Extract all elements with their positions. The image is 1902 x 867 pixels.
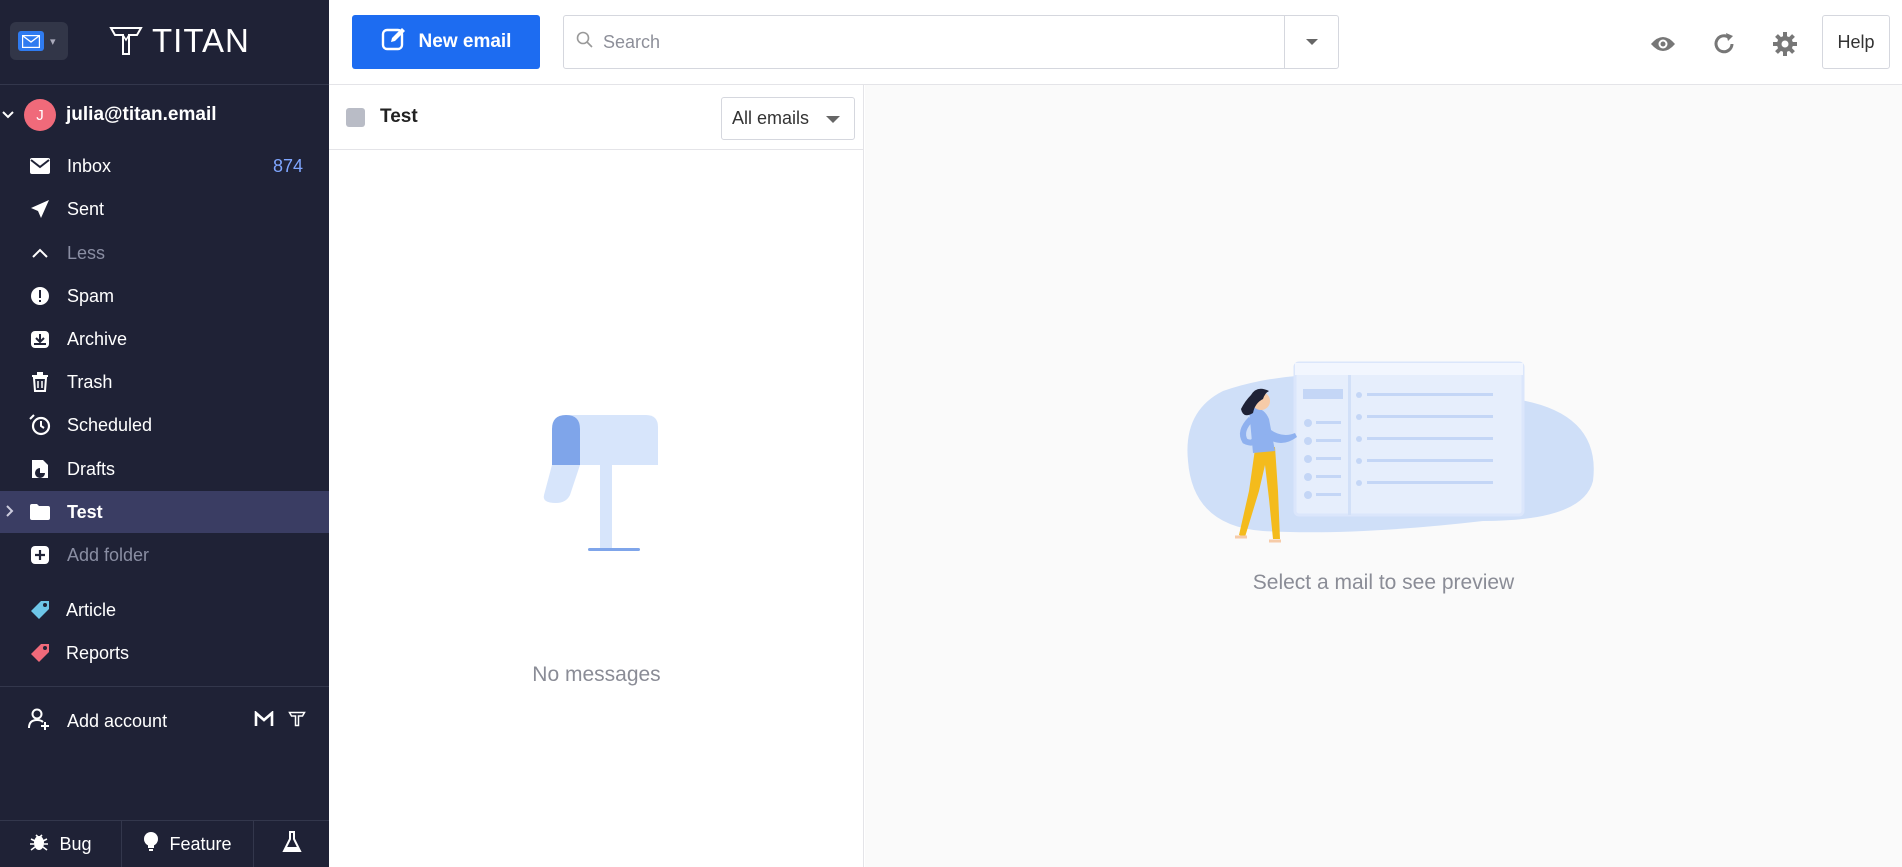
avatar: J <box>24 99 56 131</box>
preview-empty-message: Select a mail to see preview <box>1252 571 1515 594</box>
folder-title: Test <box>380 106 418 127</box>
sidebar-header: ▾ TITAN <box>0 0 329 85</box>
report-bug-button[interactable]: Bug <box>0 821 122 867</box>
tag-icon <box>28 598 52 622</box>
tag-icon <box>28 641 52 665</box>
compose-icon <box>381 26 407 58</box>
add-user-icon <box>28 708 50 735</box>
request-feature-button[interactable]: Feature <box>122 821 254 867</box>
brand-name: TITAN <box>152 22 250 59</box>
app-switcher[interactable]: ▾ <box>10 22 68 60</box>
email-filter-select[interactable]: All emails <box>721 97 855 140</box>
sidebar-item-label: Drafts <box>67 458 116 479</box>
sidebar-item-label: Archive <box>67 328 128 349</box>
search-options-dropdown[interactable] <box>1284 16 1338 68</box>
sidebar-footer: Bug Feature <box>0 820 329 867</box>
chevron-up-icon <box>28 241 52 265</box>
labs-button[interactable] <box>254 821 329 867</box>
sidebar-item-label: Test <box>67 501 103 522</box>
feature-label: Feature <box>169 834 232 854</box>
account-email: julia@titan.email <box>66 104 217 125</box>
add-account-button[interactable]: Add account <box>0 700 329 742</box>
message-list-header: Test All emails <box>329 85 863 150</box>
plus-icon <box>28 543 52 567</box>
label-item-reports[interactable]: Reports <box>0 632 329 674</box>
sidebar-item-scheduled[interactable]: Scheduled <box>0 404 329 446</box>
label-name: Reports <box>66 642 130 663</box>
sidebar: ▾ TITAN J julia@titan.email Inbox 874 Se… <box>0 0 329 867</box>
trash-icon <box>28 370 52 394</box>
sidebar-item-archive[interactable]: Archive <box>0 318 329 360</box>
flask-icon <box>281 831 302 858</box>
sidebar-item-inbox[interactable]: Inbox 874 <box>0 145 329 187</box>
toolbar: New email Help <box>329 0 1902 85</box>
label-name: Article <box>66 599 117 620</box>
filter-value: All emails <box>732 108 810 128</box>
folder-icon <box>28 500 52 524</box>
sidebar-item-sent[interactable]: Sent <box>0 188 329 230</box>
titan-account-icon[interactable] <box>288 711 306 732</box>
mail-app-icon <box>18 31 44 51</box>
eye-icon[interactable] <box>1648 29 1678 59</box>
search-input[interactable] <box>603 31 1253 53</box>
new-email-button[interactable]: New email <box>352 15 540 69</box>
refresh-icon[interactable] <box>1709 29 1739 59</box>
draft-icon <box>28 457 52 481</box>
gmail-icon[interactable] <box>254 710 274 732</box>
add-account-label: Add account <box>67 710 168 731</box>
new-email-label: New email <box>418 31 512 52</box>
sidebar-item-trash[interactable]: Trash <box>0 361 329 403</box>
alert-icon <box>28 284 52 308</box>
chevron-down-icon[interactable] <box>2 108 22 122</box>
bug-label: Bug <box>59 834 92 854</box>
archive-icon <box>28 327 52 351</box>
empty-state: No messages <box>329 415 864 686</box>
lightbulb-icon <box>143 831 159 858</box>
empty-list-message: No messages <box>532 663 661 686</box>
chevron-down-icon: ▾ <box>50 35 56 48</box>
select-all-checkbox[interactable] <box>346 108 365 127</box>
chevron-right-icon[interactable] <box>6 504 14 520</box>
preview-pane: Select a mail to see preview <box>865 85 1902 867</box>
sidebar-divider <box>0 686 329 687</box>
clock-icon <box>28 413 52 437</box>
preview-illustration <box>1187 361 1594 543</box>
add-folder-button[interactable]: Add folder <box>0 534 329 576</box>
sidebar-item-label: Inbox <box>67 155 112 176</box>
sidebar-item-label: Spam <box>67 285 115 306</box>
help-button[interactable]: Help <box>1822 15 1890 69</box>
gear-icon[interactable] <box>1770 29 1800 59</box>
mailbox-illustration <box>543 415 658 551</box>
envelope-icon <box>28 154 52 178</box>
sidebar-item-less[interactable]: Less <box>0 232 329 274</box>
bug-icon <box>29 832 49 857</box>
search-bar[interactable] <box>563 15 1339 69</box>
account-row[interactable]: J julia@titan.email <box>0 98 329 132</box>
sidebar-item-test[interactable]: Test <box>0 491 329 533</box>
message-list: Test All emails No messages <box>329 85 864 867</box>
paper-plane-icon <box>28 197 52 221</box>
sidebar-item-label: Scheduled <box>67 414 153 435</box>
sidebar-item-label: Trash <box>67 371 113 392</box>
sidebar-item-label: Add folder <box>67 544 150 565</box>
sidebar-item-label: Sent <box>67 198 105 219</box>
unread-count: 874 <box>272 155 303 176</box>
sidebar-item-label: Less <box>67 242 106 263</box>
titan-logo-icon <box>109 27 143 55</box>
sidebar-item-drafts[interactable]: Drafts <box>0 448 329 490</box>
caret-down-icon <box>826 116 840 123</box>
label-item-article[interactable]: Article <box>0 589 329 631</box>
sidebar-item-spam[interactable]: Spam <box>0 275 329 317</box>
search-icon <box>576 31 593 53</box>
titan-logo: TITAN <box>108 22 250 60</box>
